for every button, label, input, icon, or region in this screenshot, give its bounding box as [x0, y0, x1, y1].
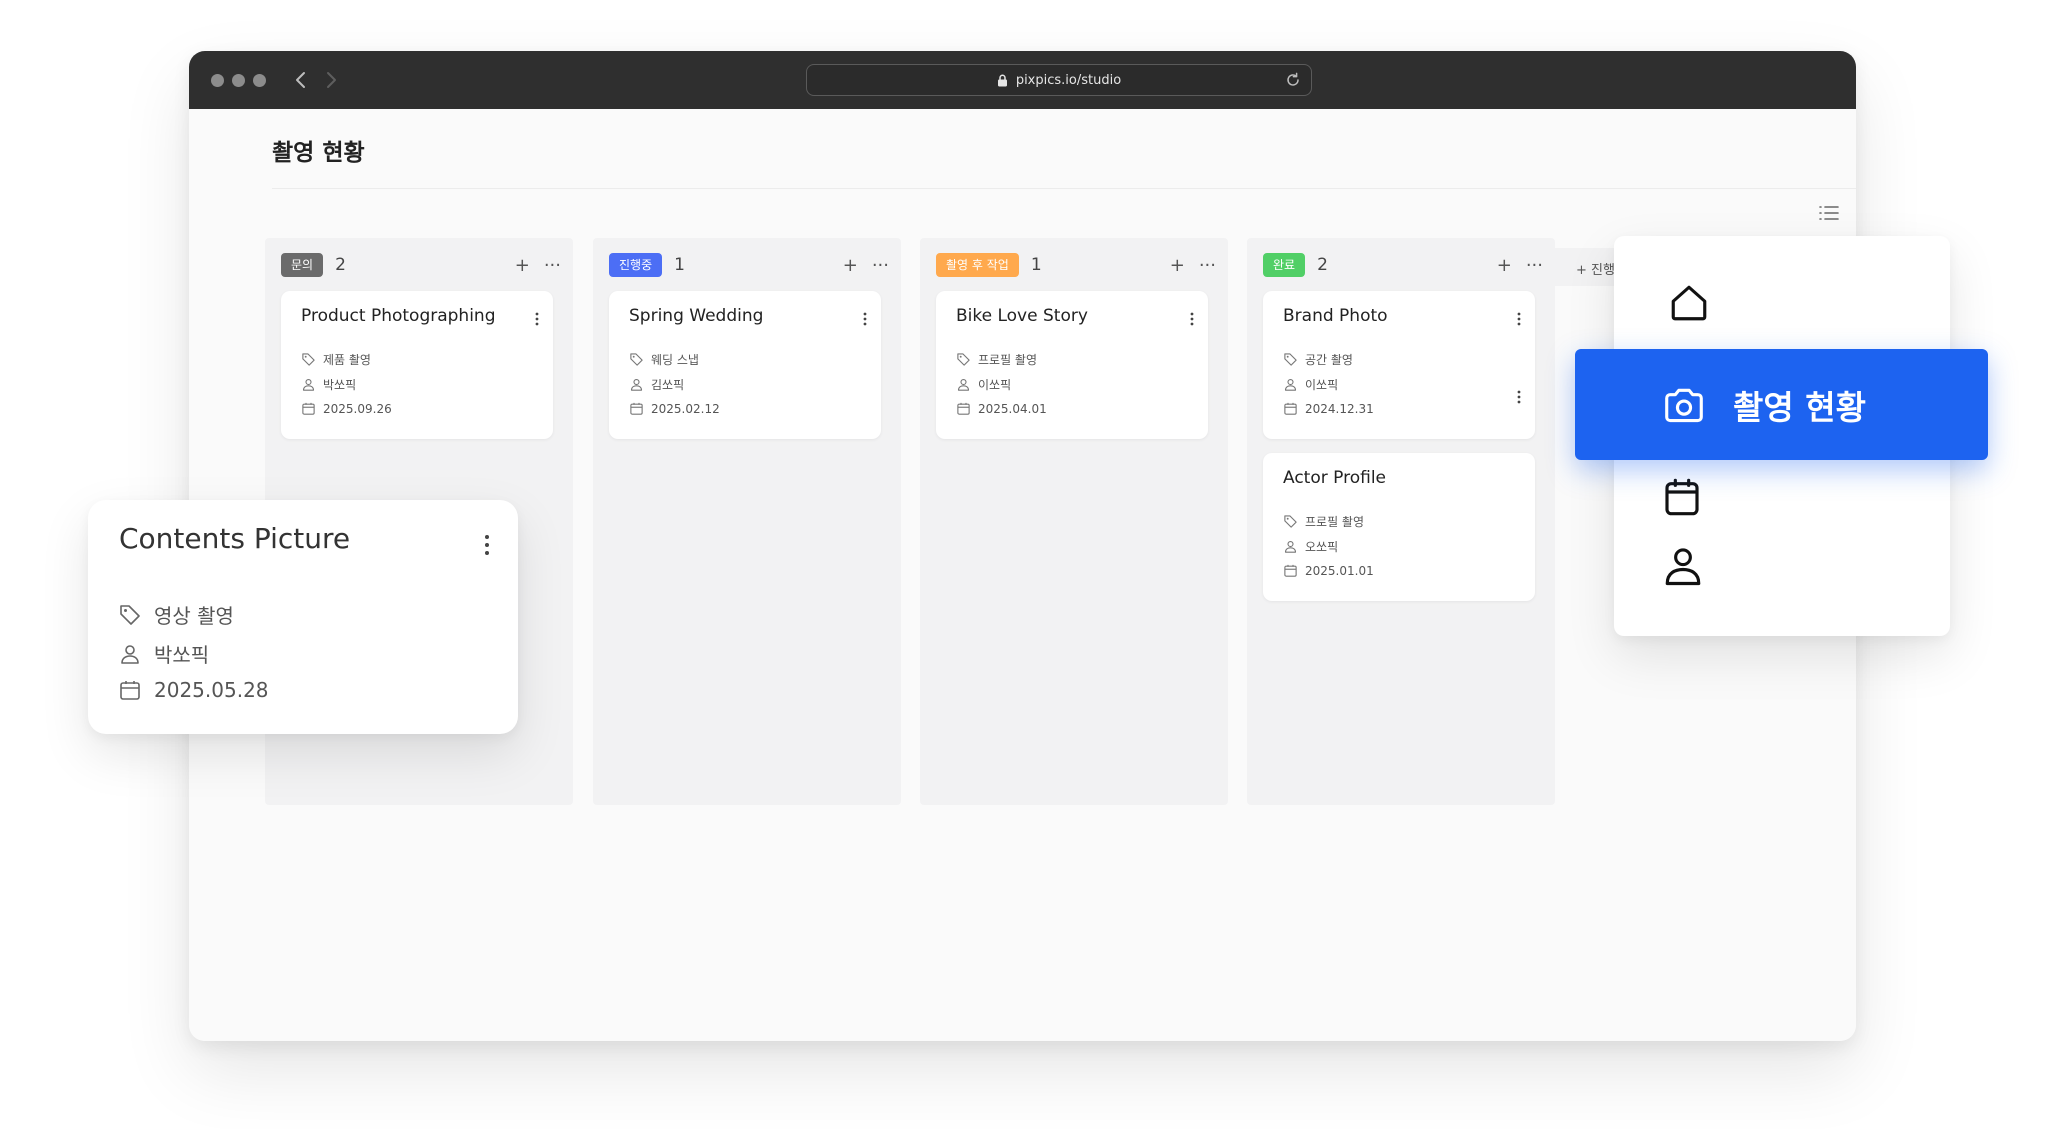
column-count: 1 [1030, 255, 1042, 275]
card-title: Product Photographing [301, 306, 496, 326]
user-icon [302, 378, 315, 391]
list-view-icon[interactable] [1817, 201, 1841, 225]
window-close-dot[interactable] [211, 74, 224, 87]
tag-icon [1284, 353, 1297, 366]
card-person: 김쏘픽 [629, 376, 684, 393]
card-date: 2025.09.26 [301, 401, 392, 416]
card-category: 영상 촬영 [118, 600, 234, 629]
menu-item-label: 촬영 현황 [1733, 387, 1866, 427]
user-icon [1284, 540, 1297, 553]
window-zoom-dot[interactable] [253, 74, 266, 87]
status-badge: 진행중 [609, 253, 663, 277]
card-person: 이쏘픽 [1283, 376, 1338, 393]
add-card-icon[interactable]: + [1497, 255, 1512, 276]
column-header: 문의 2 + ··· [281, 252, 561, 278]
card-date: 2025.01.01 [1283, 563, 1374, 578]
card-menu-icon[interactable] [861, 311, 869, 327]
card-title: Bike Love Story [956, 306, 1088, 326]
column-header: 완료 2 + ··· [1263, 252, 1543, 278]
drag-handle-icon[interactable] [1515, 389, 1523, 405]
card-menu-icon[interactable] [1515, 311, 1523, 327]
tag-icon [1284, 515, 1297, 528]
calendar-icon [1284, 402, 1297, 415]
shoot-card[interactable]: Spring Wedding 웨딩 스냅 김쏘픽 2025.02.12 [609, 291, 881, 439]
window-minimize-dot[interactable] [232, 74, 245, 87]
column-header: 촬영 후 작업 1 + ··· [936, 252, 1216, 278]
calendar-icon [1284, 564, 1297, 577]
status-badge: 촬영 후 작업 [936, 253, 1019, 277]
tag-icon [630, 353, 643, 366]
user-icon [1284, 378, 1297, 391]
calendar-icon [120, 681, 140, 700]
screenshot-stage: pixpics.io/studio 촬영 현황 문의 2 + ··· Produ… [0, 0, 2048, 1129]
card-menu-icon[interactable] [533, 311, 541, 327]
reload-icon[interactable] [1283, 70, 1303, 90]
card-title: Brand Photo [1283, 306, 1388, 326]
user-icon [630, 378, 643, 391]
tag-icon [120, 604, 140, 625]
home-icon[interactable] [1668, 282, 1710, 324]
tag-icon [957, 353, 970, 366]
shoot-card[interactable]: Actor Profile 프로필 촬영 오쏘픽 2025.01.01 [1263, 453, 1535, 601]
card-person: 이쏘픽 [956, 376, 1011, 393]
kanban-column-in-progress: 진행중 1 + ··· Spring Wedding 웨딩 스냅 김쏘픽 202… [593, 238, 901, 805]
user-icon[interactable] [1662, 544, 1704, 588]
card-title: Contents Picture [119, 522, 351, 555]
calendar-icon [630, 402, 643, 415]
more-options-icon[interactable]: ··· [1526, 255, 1543, 276]
kanban-column-post-production: 촬영 후 작업 1 + ··· Bike Love Story 프로필 촬영 이… [920, 238, 1228, 805]
card-menu-icon[interactable] [482, 534, 492, 556]
shoot-card[interactable]: Bike Love Story 프로필 촬영 이쏘픽 2025.04.01 [936, 291, 1208, 439]
user-icon [957, 378, 970, 391]
more-options-icon[interactable]: ··· [1199, 255, 1216, 276]
title-divider [272, 188, 1856, 189]
card-date: 2025.04.01 [956, 401, 1047, 416]
add-card-icon[interactable]: + [1170, 255, 1185, 276]
card-person: 오쏘픽 [1283, 538, 1338, 555]
more-options-icon[interactable]: ··· [872, 255, 889, 276]
column-count: 2 [1317, 255, 1328, 275]
column-count: 2 [335, 255, 346, 275]
card-category: 프로필 촬영 [956, 351, 1037, 368]
card-date: 2025.02.12 [629, 401, 720, 416]
card-date: 2024.12.31 [1283, 401, 1374, 416]
card-title: Actor Profile [1283, 468, 1386, 488]
column-header: 진행중 1 + ··· [609, 252, 889, 278]
status-badge: 문의 [281, 253, 324, 277]
column-count: 1 [674, 255, 685, 275]
back-arrow-icon[interactable] [289, 68, 313, 92]
card-title: Spring Wedding [629, 306, 764, 326]
url-text: pixpics.io/studio [1015, 72, 1122, 88]
browser-titlebar: pixpics.io/studio [189, 51, 1856, 109]
menu-item-shoot-status[interactable]: 촬영 현황 [1575, 349, 1988, 460]
card-category: 웨딩 스냅 [629, 351, 699, 368]
card-date: 2025.05.28 [118, 678, 269, 702]
calendar-icon[interactable] [1662, 476, 1702, 518]
page-title: 촬영 현황 [272, 140, 365, 166]
user-icon [121, 644, 139, 664]
more-options-icon[interactable]: ··· [544, 255, 561, 276]
address-bar[interactable]: pixpics.io/studio [806, 64, 1312, 96]
camera-icon [1665, 388, 1703, 422]
add-card-icon[interactable]: + [843, 255, 858, 276]
shoot-card[interactable]: Brand Photo 공간 촬영 이쏘픽 2024.12.31 [1263, 291, 1535, 439]
card-category: 프로필 촬영 [1283, 513, 1364, 530]
forward-arrow-icon[interactable] [319, 68, 343, 92]
shoot-card[interactable]: Product Photographing 제품 촬영 박쏘픽 2025.09.… [281, 291, 553, 439]
calendar-icon [957, 402, 970, 415]
floating-shoot-card[interactable]: Contents Picture 영상 촬영 박쏘픽 2025.05.28 [88, 500, 518, 734]
tag-icon [302, 353, 315, 366]
status-badge: 완료 [1263, 253, 1306, 277]
card-category: 제품 촬영 [301, 351, 371, 368]
lock-icon [997, 74, 1007, 86]
kanban-column-done: 완료 2 + ··· Brand Photo 공간 촬영 이쏘픽 2024.12… [1247, 238, 1555, 805]
add-card-icon[interactable]: + [515, 255, 530, 276]
calendar-icon [302, 402, 315, 415]
card-person: 박쏘픽 [118, 639, 209, 668]
card-person: 박쏘픽 [301, 376, 356, 393]
card-menu-icon[interactable] [1188, 311, 1196, 327]
card-category: 공간 촬영 [1283, 351, 1353, 368]
